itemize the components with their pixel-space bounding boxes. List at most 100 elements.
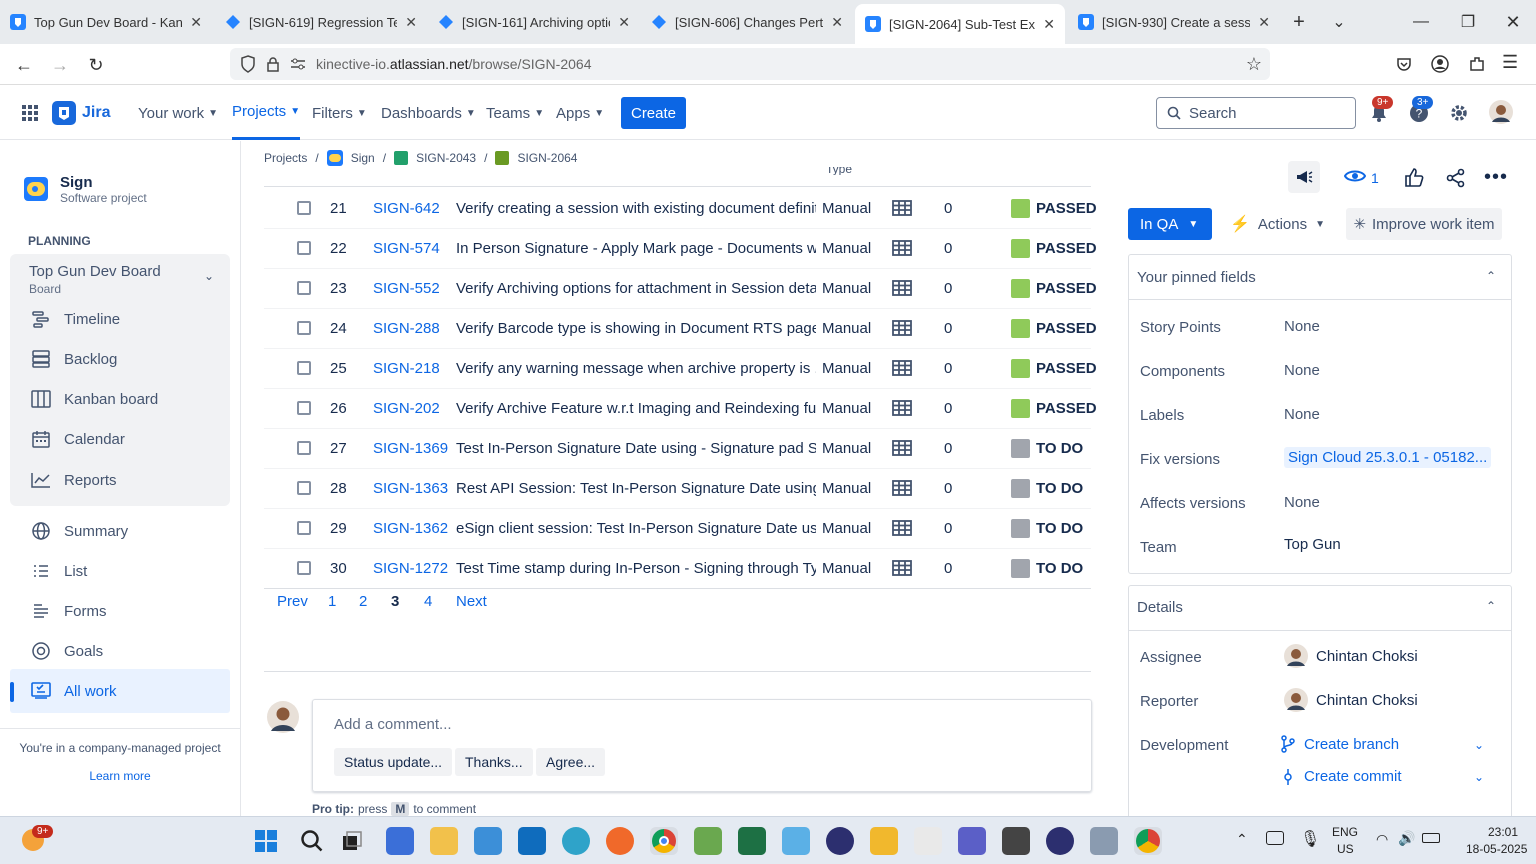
steps-grid-icon[interactable] bbox=[892, 480, 912, 496]
pagination-prev[interactable]: Prev bbox=[277, 593, 308, 610]
chrome-active-icon[interactable] bbox=[650, 827, 678, 855]
pagination-page-current[interactable]: 3 bbox=[391, 593, 399, 610]
table-row[interactable]: 26 SIGN-202 Verify Archive Feature w.r.t I… bbox=[264, 388, 1097, 428]
reload-icon[interactable]: ↻ bbox=[83, 52, 109, 78]
issue-key-link[interactable]: SIGN-642 bbox=[373, 200, 440, 217]
chat-app-icon[interactable] bbox=[386, 827, 414, 855]
snip-tool-icon[interactable] bbox=[870, 827, 898, 855]
status-lozenge[interactable]: TO DO bbox=[1011, 478, 1083, 498]
mail-icon[interactable] bbox=[474, 827, 502, 855]
issue-summary[interactable]: Verify Archive Feature w.r.t Imaging and… bbox=[456, 400, 816, 417]
fix-version-lozenge[interactable]: Sign Cloud 25.3.0.1 - 05182... bbox=[1284, 447, 1492, 468]
close-tab-icon[interactable]: ✕ bbox=[1043, 16, 1055, 33]
outlook-icon[interactable] bbox=[518, 827, 546, 855]
issue-summary[interactable]: Verify any warning message when archive … bbox=[456, 360, 816, 377]
menu-icon[interactable]: ☰ bbox=[1502, 52, 1518, 73]
breadcrumb-current[interactable]: SIGN-2064 bbox=[517, 151, 577, 165]
table-row[interactable]: 22 SIGN-574 In Person Signature - Apply Ma… bbox=[264, 228, 1097, 268]
eclipse-icon[interactable] bbox=[826, 827, 854, 855]
forward-arrow-icon[interactable]: → bbox=[47, 52, 73, 78]
issue-key-link[interactable]: SIGN-202 bbox=[373, 400, 440, 417]
sidebar-item-reports[interactable]: Reports bbox=[10, 462, 230, 498]
create-commit-link[interactable]: Create commit bbox=[1304, 768, 1402, 785]
steps-grid-icon[interactable] bbox=[892, 280, 912, 296]
browser-tab[interactable]: [SIGN-930] Create a session f ✕ bbox=[1068, 4, 1280, 40]
close-tab-icon[interactable]: ✕ bbox=[618, 14, 630, 31]
issue-summary[interactable]: Test Time stamp during In-Person - Signi… bbox=[456, 560, 816, 577]
restore-icon[interactable]: ❐ bbox=[1445, 0, 1491, 44]
comment-placeholder[interactable]: Add a comment... bbox=[334, 716, 452, 733]
more-options-icon[interactable]: ••• bbox=[1484, 166, 1508, 189]
breadcrumb-sign[interactable]: Sign bbox=[351, 151, 375, 165]
sidebar-item-all-work[interactable]: All work bbox=[10, 673, 230, 709]
watch-eye-icon[interactable] bbox=[1344, 168, 1366, 184]
tab-list-chevron-icon[interactable]: ⌄ bbox=[1316, 0, 1362, 44]
steps-grid-icon[interactable] bbox=[892, 200, 912, 216]
photos-icon[interactable] bbox=[694, 827, 722, 855]
share-icon[interactable] bbox=[1446, 168, 1466, 188]
app-icon[interactable] bbox=[1002, 827, 1030, 855]
extensions-icon[interactable] bbox=[1468, 55, 1486, 73]
status-lozenge[interactable]: TO DO bbox=[1011, 518, 1083, 538]
actions-button[interactable]: ⚡ Actions ▼ bbox=[1230, 208, 1325, 240]
issue-key-link[interactable]: SIGN-1369 bbox=[373, 440, 448, 457]
status-lozenge[interactable]: TO DO bbox=[1011, 438, 1083, 458]
steps-grid-icon[interactable] bbox=[892, 520, 912, 536]
pocket-icon[interactable] bbox=[1396, 56, 1412, 72]
quick-reply-status-update[interactable]: Status update... bbox=[334, 748, 453, 776]
steps-grid-icon[interactable] bbox=[892, 560, 912, 576]
row-checkbox[interactable] bbox=[297, 361, 311, 375]
browser-tab[interactable]: Top Gun Dev Board - Kanban ✕ bbox=[0, 4, 212, 40]
status-lozenge[interactable]: PASSED bbox=[1011, 278, 1097, 298]
pagination-page[interactable]: 2 bbox=[359, 593, 367, 610]
file-explorer-icon[interactable] bbox=[430, 827, 458, 855]
issue-key-link[interactable]: SIGN-1363 bbox=[373, 480, 448, 497]
close-tab-icon[interactable]: ✕ bbox=[405, 14, 417, 31]
breadcrumb-projects[interactable]: Projects bbox=[264, 151, 307, 165]
status-lozenge[interactable]: PASSED bbox=[1011, 238, 1097, 258]
sidebar-item-summary[interactable]: Summary bbox=[10, 513, 230, 549]
comment-box[interactable] bbox=[312, 699, 1092, 792]
taskbar-search-icon[interactable] bbox=[300, 829, 324, 853]
teams-icon[interactable] bbox=[958, 827, 986, 855]
table-row[interactable]: 27 SIGN-1369 Test In-Person Signature Date… bbox=[264, 428, 1091, 468]
edge-icon[interactable] bbox=[562, 827, 590, 855]
table-row[interactable]: 28 SIGN-1363 Rest API Session: Test In-Per… bbox=[264, 468, 1091, 508]
browser-tab-active[interactable]: [SIGN-2064] Sub-Test Executi ✕ bbox=[855, 4, 1065, 44]
issue-key-link[interactable]: SIGN-1362 bbox=[373, 520, 448, 537]
jira-logo[interactable]: Jira bbox=[52, 101, 110, 125]
region-indicator[interactable]: US bbox=[1337, 842, 1354, 856]
row-checkbox[interactable] bbox=[297, 521, 311, 535]
issue-summary[interactable]: Verify Archiving options for attachment … bbox=[456, 280, 816, 297]
close-window-icon[interactable]: ✕ bbox=[1490, 0, 1536, 44]
browser-tab[interactable]: [SIGN-606] Changes Pertaining ✕ bbox=[641, 4, 853, 40]
quick-reply-thanks[interactable]: Thanks... bbox=[455, 748, 533, 776]
row-checkbox[interactable] bbox=[297, 281, 311, 295]
field-value-affects-versions[interactable]: None bbox=[1284, 494, 1320, 511]
issue-summary[interactable]: eSign client session: Test In-Person Sig… bbox=[456, 520, 816, 537]
wifi-icon[interactable]: ◠ bbox=[1376, 831, 1388, 848]
reporter-name[interactable]: Chintan Choksi bbox=[1316, 692, 1418, 709]
sidebar-item-goals[interactable]: Goals bbox=[10, 633, 230, 669]
windows-start-icon[interactable] bbox=[254, 829, 278, 853]
field-value-team[interactable]: Top Gun bbox=[1284, 536, 1341, 553]
sidebar-item-list[interactable]: List bbox=[10, 553, 230, 589]
nav-filters[interactable]: Filters ▼ bbox=[312, 86, 367, 140]
sidebar-item-calendar[interactable]: Calendar bbox=[10, 421, 230, 457]
status-lozenge[interactable]: PASSED bbox=[1011, 198, 1097, 218]
issue-summary[interactable]: Test In-Person Signature Date using - Si… bbox=[456, 440, 816, 457]
row-checkbox[interactable] bbox=[297, 241, 311, 255]
language-indicator[interactable]: ENG bbox=[1332, 825, 1358, 839]
close-tab-icon[interactable]: ✕ bbox=[1258, 14, 1270, 31]
quick-reply-agree[interactable]: Agree... bbox=[536, 748, 606, 776]
account-icon[interactable] bbox=[1431, 55, 1449, 73]
onedrive-icon[interactable] bbox=[1266, 831, 1284, 845]
table-row[interactable]: 21 SIGN-642 Verify creating a session with… bbox=[264, 188, 1097, 228]
table-row[interactable]: 30 SIGN-1272 Test Time stamp during In-Per… bbox=[264, 548, 1091, 588]
pagination-page[interactable]: 4 bbox=[424, 593, 432, 610]
app-icon[interactable] bbox=[1090, 827, 1118, 855]
settings-gear-icon[interactable] bbox=[1449, 103, 1469, 123]
volume-icon[interactable]: 🔊 bbox=[1398, 830, 1415, 847]
issue-key-link[interactable]: SIGN-1272 bbox=[373, 560, 448, 577]
steps-grid-icon[interactable] bbox=[892, 360, 912, 376]
